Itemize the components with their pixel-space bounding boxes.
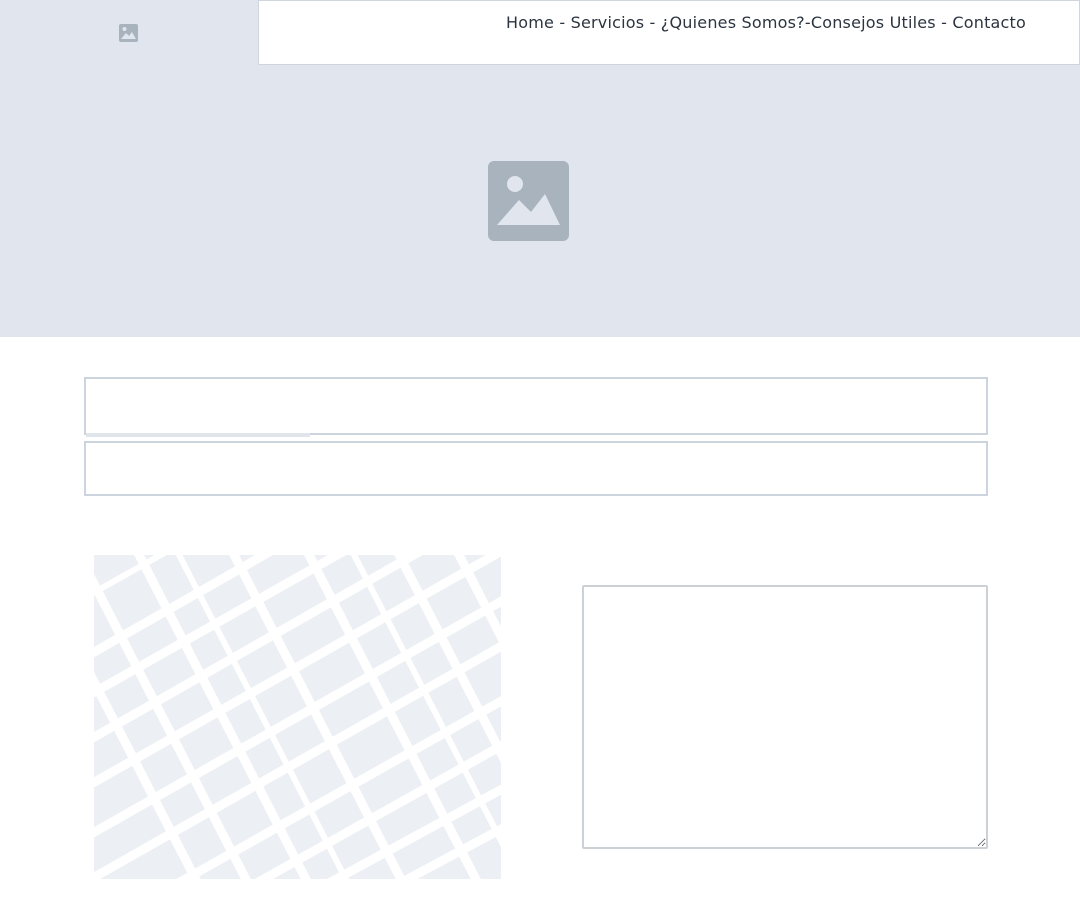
image-placeholder-icon — [119, 24, 138, 42]
form-input-1[interactable] — [84, 377, 988, 435]
logo-placeholder[interactable] — [0, 0, 258, 65]
nav-menu-text[interactable]: Home - Servicios - ¿Quienes Somos?-Conse… — [506, 13, 1026, 32]
form-input-2[interactable] — [84, 441, 988, 496]
image-placeholder-icon — [488, 161, 569, 241]
hero-image-placeholder — [0, 65, 1080, 337]
message-textarea[interactable] — [582, 585, 988, 849]
map-streets-pattern — [94, 555, 501, 879]
top-navigation: Home - Servicios - ¿Quienes Somos?-Conse… — [258, 0, 1080, 65]
map-placeholder[interactable] — [94, 555, 501, 879]
input-focus-underline — [86, 433, 310, 437]
